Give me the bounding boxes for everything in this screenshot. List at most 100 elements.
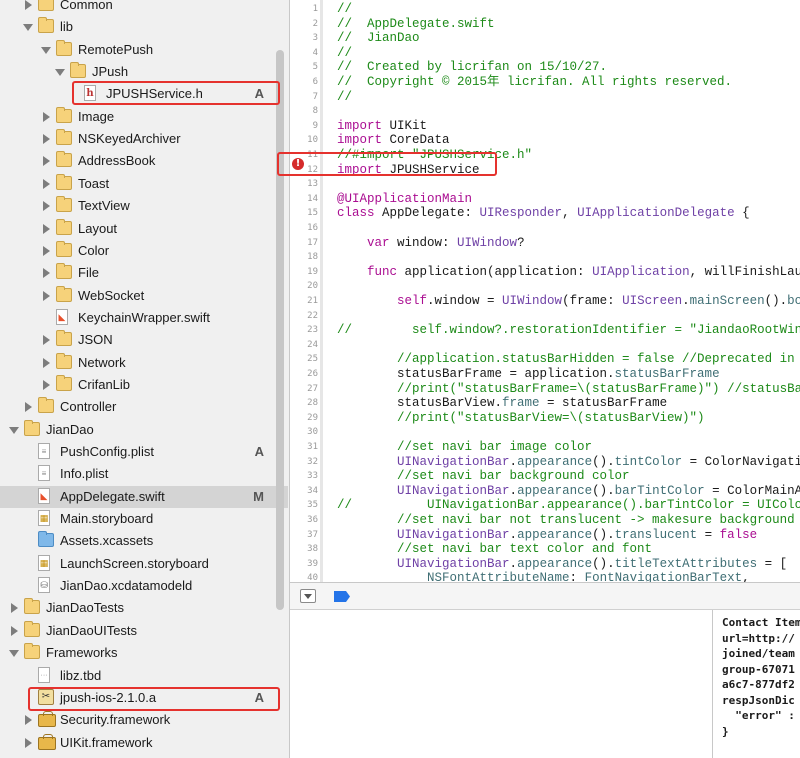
navigator-item[interactable]: h JPUSHService.h A — [0, 83, 288, 105]
navigator-item[interactable]: JSON — [0, 329, 288, 351]
navigator-item[interactable]: ◣ KeychainWrapper.swift — [0, 307, 288, 329]
navigator-item[interactable]: JianDaoTests — [0, 597, 288, 619]
disclosure-closed-icon[interactable] — [40, 195, 52, 217]
disclosure-closed-icon[interactable] — [40, 329, 52, 351]
code-line[interactable]: //set navi bar image color — [337, 440, 592, 454]
navigator-scrollbar[interactable] — [276, 50, 284, 610]
navigator-item[interactable]: Security.framework — [0, 709, 288, 731]
code-line[interactable]: var window: UIWindow? — [337, 236, 525, 250]
code-line[interactable]: statusBarView.frame = statusBarFrame — [337, 396, 667, 410]
navigator-item[interactable]: WebSocket — [0, 285, 288, 307]
navigator-item[interactable]: Frameworks — [0, 642, 288, 664]
code-token: // JianDao — [337, 31, 420, 46]
navigator-item[interactable]: File — [0, 262, 288, 284]
navigator-item[interactable]: ≡ PushConfig.plist A — [0, 441, 288, 463]
navigator-item[interactable]: Toast — [0, 173, 288, 195]
navigator-item[interactable]: NSKeyedArchiver — [0, 128, 288, 150]
code-line[interactable]: // — [337, 90, 352, 104]
code-line[interactable]: //print("statusBarFrame=\(statusBarFrame… — [337, 382, 800, 396]
navigator-item[interactable]: ⛁ JianDao.xcdatamodeld — [0, 575, 288, 597]
source-editor[interactable]: ! 1 2 3 4 5 6 7 8 9 10 11 12 13 14 15 16 17 18 19 20 21 22 23 2… — [290, 0, 800, 582]
code-line[interactable]: self.window = UIWindow(frame: UIScreen.m… — [337, 294, 800, 308]
code-line[interactable]: @UIApplicationMain — [337, 192, 472, 206]
code-token: func — [367, 264, 398, 279]
code-line[interactable]: // self.window?.restorationIdentifier = … — [337, 323, 800, 337]
navigator-item[interactable]: UIKit.framework — [0, 732, 288, 754]
disclosure-closed-icon[interactable] — [8, 597, 20, 619]
navigator-item[interactable]: Network — [0, 352, 288, 374]
disclosure-closed-icon[interactable] — [22, 732, 34, 754]
breakpoints-toggle-icon[interactable] — [334, 591, 350, 602]
code-line[interactable]: // JianDao — [337, 31, 420, 45]
navigator-item[interactable]: Common — [0, 0, 288, 16]
disclosure-closed-icon[interactable] — [40, 218, 52, 240]
code-line[interactable]: UINavigationBar.appearance().tintColor =… — [337, 455, 800, 469]
disclosure-closed-icon[interactable] — [40, 240, 52, 262]
navigator-item[interactable]: ✂ jpush-ios-2.1.0.a A — [0, 687, 288, 709]
navigator-item[interactable]: Controller — [0, 396, 288, 418]
disclosure-open-icon[interactable] — [8, 419, 20, 441]
navigator-item[interactable]: TextView — [0, 195, 288, 217]
code-line[interactable]: UINavigationBar.appearance().barTintColo… — [337, 484, 800, 498]
code-line[interactable]: // UINavigationBar.appearance().barTintC… — [337, 498, 800, 512]
disclosure-closed-icon[interactable] — [8, 620, 20, 642]
code-line[interactable]: NSFontAttributeName: FontNavigationBarTe… — [337, 571, 750, 582]
folder-icon — [38, 397, 54, 414]
disclosure-closed-icon[interactable] — [40, 150, 52, 172]
line-number-gutter[interactable]: ! 1 2 3 4 5 6 7 8 9 10 11 12 13 14 15 16 17 18 19 20 21 22 23 2… — [290, 0, 324, 582]
navigator-item[interactable]: JianDaoUITests — [0, 620, 288, 642]
code-line[interactable]: import CoreData — [337, 133, 450, 147]
navigator-item[interactable]: ··· libz.tbd — [0, 665, 288, 687]
disclosure-closed-icon[interactable] — [40, 374, 52, 396]
disclosure-closed-icon[interactable] — [22, 709, 34, 731]
code-line[interactable]: UINavigationBar.appearance().titleTextAt… — [337, 557, 787, 571]
navigator-item[interactable]: ◣ AppDelegate.swift M — [0, 485, 288, 508]
disclosure-closed-icon[interactable] — [40, 128, 52, 150]
disclosure-open-icon[interactable] — [40, 39, 52, 61]
code-line[interactable]: // — [337, 46, 352, 60]
navigator-item[interactable]: ▦ LaunchScreen.storyboard — [0, 553, 288, 575]
disclosure-open-icon[interactable] — [22, 16, 34, 38]
code-line[interactable]: import UIKit — [337, 119, 427, 133]
code-line[interactable]: class AppDelegate: UIResponder, UIApplic… — [337, 206, 750, 220]
disclosure-closed-icon[interactable] — [22, 0, 34, 16]
navigator-item[interactable]: ▦ Main.storyboard — [0, 508, 288, 530]
disclosure-closed-icon[interactable] — [40, 173, 52, 195]
code-line[interactable]: statusBarFrame = application.statusBarFr… — [337, 367, 720, 381]
disclosure-closed-icon[interactable] — [22, 396, 34, 418]
hide-debug-area-icon[interactable] — [300, 589, 316, 603]
disclosure-closed-icon[interactable] — [40, 285, 52, 307]
code-line[interactable]: //application.statusBarHidden = false //… — [337, 352, 800, 366]
disclosure-open-icon[interactable] — [54, 61, 66, 83]
navigator-item[interactable]: CrifanLib — [0, 374, 288, 396]
code-line[interactable]: import JPUSHService — [337, 163, 480, 177]
disclosure-closed-icon[interactable] — [40, 106, 52, 128]
disclosure-closed-icon[interactable] — [40, 352, 52, 374]
disclosure-open-icon[interactable] — [8, 642, 20, 664]
navigator-item[interactable]: Color — [0, 240, 288, 262]
disclosure-closed-icon[interactable] — [40, 262, 52, 284]
code-line[interactable]: func application(application: UIApplicat… — [337, 265, 800, 279]
code-line[interactable]: // AppDelegate.swift — [337, 17, 495, 31]
code-token: JPUSHService — [382, 162, 480, 177]
navigator-item[interactable]: ≡ Info.plist — [0, 463, 288, 485]
navigator-item[interactable]: RemotePush — [0, 39, 288, 61]
code-line[interactable]: //set navi bar text color and font — [337, 542, 652, 556]
navigator-item[interactable]: AddressBook — [0, 150, 288, 172]
console-output[interactable]: Contact Item url=http:// joined/team group-… — [712, 610, 800, 758]
navigator-item[interactable]: Layout — [0, 218, 288, 240]
code-line[interactable]: // Created by licrifan on 15/10/27. — [337, 60, 607, 74]
code-line[interactable]: //set navi bar background color — [337, 469, 630, 483]
navigator-item[interactable]: lib — [0, 16, 288, 38]
code-line[interactable]: UINavigationBar.appearance().translucent… — [337, 528, 757, 542]
code-line[interactable]: //set navi bar not translucent -> makesu… — [337, 513, 800, 527]
navigator-item[interactable]: Assets.xcassets — [0, 530, 288, 552]
code-line[interactable]: // — [337, 2, 352, 16]
navigator-item[interactable]: Image — [0, 106, 288, 128]
code-line[interactable]: // Copyright © 2015年 licrifan. All right… — [337, 75, 732, 89]
navigator-item[interactable]: JianDao — [0, 419, 288, 441]
code-line[interactable]: //print("statusBarView=\(statusBarView)"… — [337, 411, 705, 425]
navigator-item[interactable]: JPush — [0, 61, 288, 83]
variables-view[interactable] — [290, 610, 712, 758]
code-line[interactable]: //#import "JPUSHService.h" — [337, 148, 532, 162]
